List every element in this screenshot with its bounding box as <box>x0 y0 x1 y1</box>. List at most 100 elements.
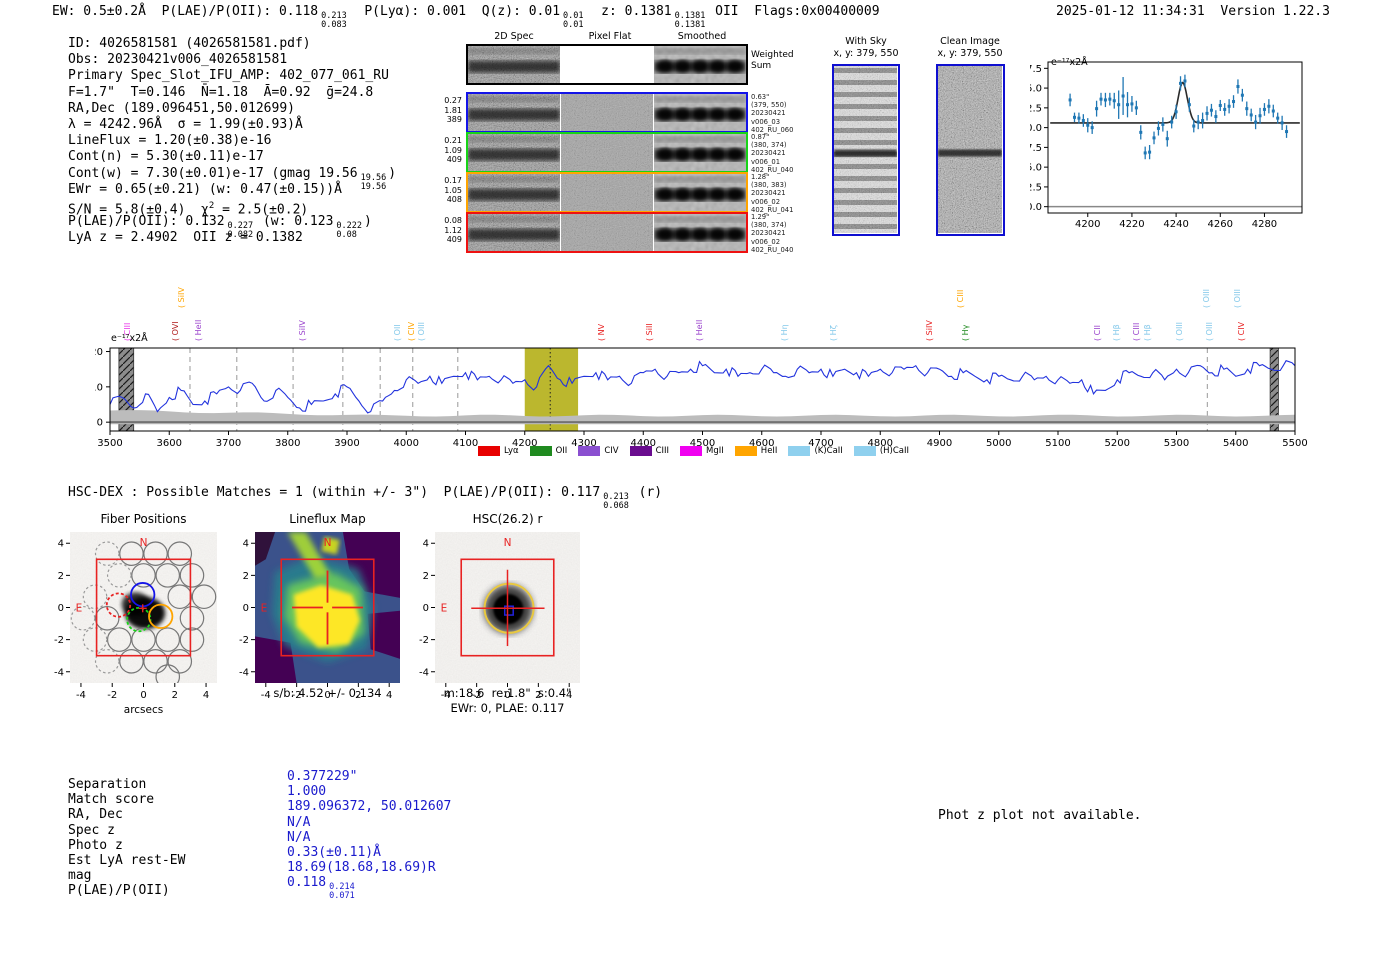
fiber-2d-row <box>466 92 748 133</box>
weighted-sum-row-segment-0 <box>468 46 560 83</box>
stacked-uncertainty: 0.213 0.068 <box>603 492 629 512</box>
fiber-detail-value: 20230421 <box>751 189 786 198</box>
match-table-label: Separation <box>68 777 147 792</box>
fiber-detail-value: 0.63" <box>751 93 770 101</box>
svg-text:0: 0 <box>97 418 103 429</box>
info-line: Obs: 20230421v006_4026581581 <box>68 52 288 68</box>
fiber-detail-value: 402_RU_040 <box>751 245 794 254</box>
match-table-label: Spec z <box>68 822 115 838</box>
legend-label: (H)CaII <box>879 446 909 456</box>
svg-text:-2: -2 <box>419 635 429 646</box>
line-fit-inset-chart: 0.0 2.5 5.0 7.5 10.0 12.5 15.0 17.5 4200 4220 4240… <box>1030 61 1303 230</box>
svg-text:N: N <box>324 537 332 549</box>
header-summary: EW: 0.5±0.2Å P(LAE)/P(OII): 0.118 0.213 0.… <box>52 4 880 31</box>
match-table-value: 0.33(±0.11)Å <box>287 844 381 860</box>
svg-text:-4: -4 <box>239 667 249 678</box>
info-block: ID: 4026581581 (4026581581.pdf) Obs: 2023… <box>68 36 396 246</box>
legend-swatch-HeII <box>734 446 757 456</box>
svg-text:2: 2 <box>243 571 249 582</box>
fiber-2d-row-segment-1 <box>561 214 653 251</box>
legend-swatch-Lyα <box>478 446 500 456</box>
fiber-2d-row-left-labels: 0.17 1.05 408 <box>438 176 462 205</box>
svg-text:E: E <box>76 603 83 615</box>
clean-image-coords: x, y: 379, 550 <box>937 47 1003 59</box>
match-table-value: 0.118 0.214 0.071 <box>287 875 355 902</box>
legend-label: OII <box>555 446 568 456</box>
fiber-detail-value: 20230421 <box>751 109 786 118</box>
match-table-value: 0.377229" <box>287 769 358 784</box>
weighted-sum-row-segment-1 <box>561 46 653 83</box>
fiber-2d-row-right-labels: 0.63" (379, 550) 20230421 v006_03 402_RU_060 <box>751 93 799 134</box>
legend-item: CIII <box>629 446 669 456</box>
svg-text:12.5: 12.5 <box>1030 103 1042 114</box>
weighted-sum-row <box>466 44 748 85</box>
fiber-detail-value: v006_03 <box>751 117 781 126</box>
photz-note: Phot z plot not available. <box>938 808 1142 823</box>
svg-text:4: 4 <box>58 539 64 550</box>
info-line: S/N = 5.8(±0.4) χ2 = 2.5(±0.2) <box>68 200 309 218</box>
match-table-label: Photo z <box>68 837 123 853</box>
stacked-uncertainty: 0.1381 0.1381 <box>674 11 706 31</box>
fiber-weight-value: 409 <box>446 155 462 164</box>
fiber-weight-value: 0.27 <box>444 96 462 105</box>
legend-item: OII <box>529 446 568 456</box>
fiber-weight-value: 409 <box>446 235 462 244</box>
weighted-sum-label-line1: Weighted <box>751 50 794 60</box>
fiber-2d-row-segment-0 <box>468 134 560 171</box>
svg-text:4260: 4260 <box>1208 219 1233 230</box>
legend-label: HeII <box>760 446 778 456</box>
svg-text:3900: 3900 <box>334 438 359 449</box>
svg-text:5300: 5300 <box>1164 438 1189 449</box>
fiber-2d-row-segment-1 <box>561 174 653 211</box>
fiber-weight-value: 0.17 <box>444 176 462 185</box>
svg-text:3700: 3700 <box>216 438 241 449</box>
elixer-report-page: EW: 0.5±0.2Å P(LAE)/P(OII): 0.118 0.213 0.… <box>0 0 1400 953</box>
svg-text:4000: 4000 <box>394 438 419 449</box>
fiber-detail-value: 0.87" <box>751 133 770 141</box>
stacked-uncertainty: 19.56 19.56 <box>360 172 387 192</box>
match-table-label: Est LyA rest-EW <box>68 852 186 868</box>
legend-label: Lyα <box>504 446 519 456</box>
svg-text:4100: 4100 <box>453 438 478 449</box>
svg-text:3800: 3800 <box>275 438 300 449</box>
match-table-values: 0.377229" 1.000 189.096372, 50.012607 N/A N/… <box>287 769 451 902</box>
fiber-detail-value: v006_02 <box>751 237 781 246</box>
legend-label: CIV <box>604 446 619 456</box>
legend-item: MgII <box>680 446 724 456</box>
svg-text:5200: 5200 <box>1105 438 1130 449</box>
fiber-weight-value: 1.12 <box>444 225 462 235</box>
svg-text:5400: 5400 <box>1223 438 1248 449</box>
with-sky-cutout <box>832 64 900 236</box>
fiber-2d-row-segment-0 <box>468 214 560 251</box>
svg-text:17.5: 17.5 <box>1030 64 1042 75</box>
fiber-2d-row <box>466 132 748 173</box>
legend-item: (H)CaII <box>853 446 909 456</box>
fiber-2d-row <box>466 172 748 213</box>
svg-text:4280: 4280 <box>1252 219 1277 230</box>
fiber-weight-value: 1.81 <box>444 105 462 115</box>
fiber-2d-row-segment-1 <box>561 94 653 131</box>
match-table-value: 1.000 <box>287 784 327 800</box>
legend-swatch-(H)CaII <box>853 446 876 456</box>
svg-text:-4: -4 <box>54 667 64 678</box>
lineflux-caption: s/b: 4.52 +/- 0.134 <box>273 686 382 700</box>
match-table-label: P(LAE)/P(OII) <box>68 883 170 899</box>
fiber-detail-value: (379, 550) <box>751 101 787 110</box>
svg-text:4200: 4200 <box>1075 219 1100 230</box>
spec2d-title-2dspec: 2D Spec <box>494 31 534 42</box>
svg-text:4220: 4220 <box>1119 219 1144 230</box>
with-sky-coords: x, y: 379, 550 <box>833 47 899 59</box>
fiber-detail-value: (380, 374) <box>751 141 787 150</box>
inset-ylabel: e⁻¹⁷x2Å <box>1051 57 1088 68</box>
svg-text:10: 10 <box>95 382 103 393</box>
fiber-2d-row-segment-1 <box>561 134 653 171</box>
svg-text:4240: 4240 <box>1163 219 1188 230</box>
fiber-2d-row-segment-0 <box>468 174 560 211</box>
header-datetime: 2025-01-12 11:34:31 Version 1.22.3 <box>1056 4 1330 20</box>
emission-line-label-CIII: ( CIII <box>955 289 965 308</box>
svg-text:2: 2 <box>423 571 429 582</box>
fiber-weight-value: 408 <box>446 195 462 204</box>
hsc-caption-1: m:18.6 re:1.8" s:0.4" <box>443 686 572 700</box>
match-table-label: Match score <box>68 792 155 808</box>
spec2d-title-pixelflat: Pixel Flat <box>588 31 632 42</box>
